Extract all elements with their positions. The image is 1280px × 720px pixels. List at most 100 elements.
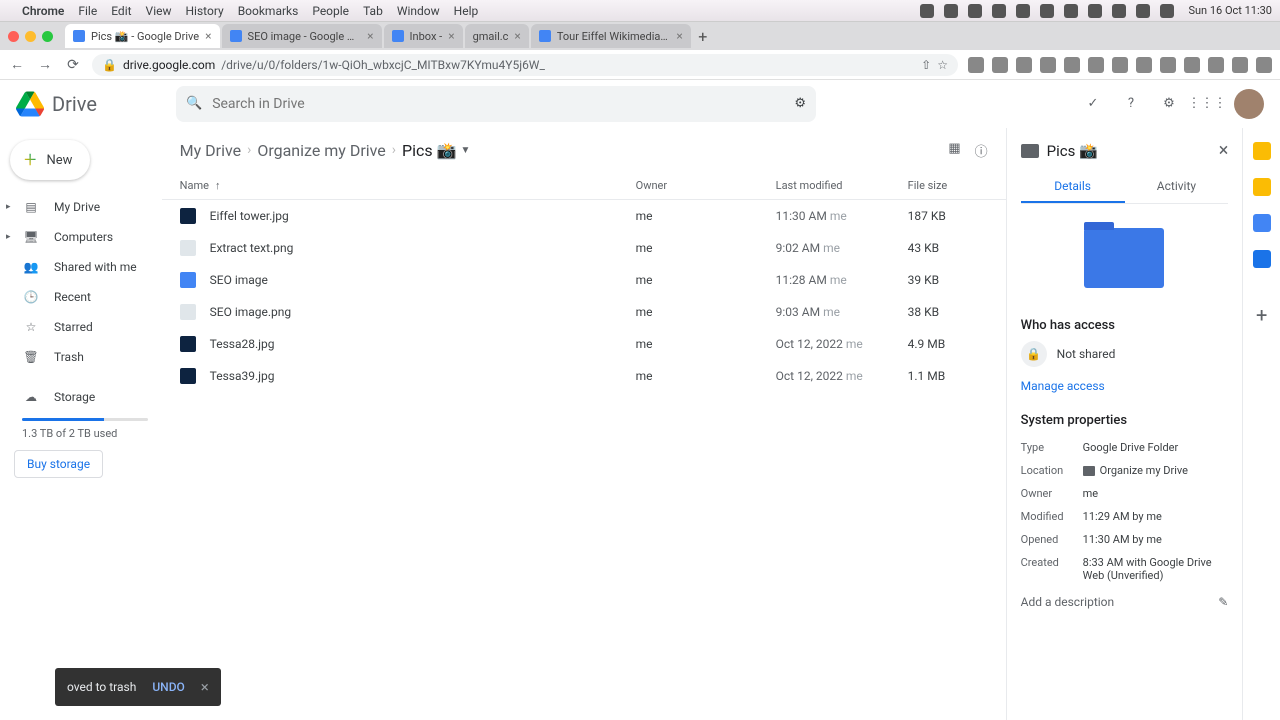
- sidebar-item-shared[interactable]: 👥Shared with me: [0, 252, 162, 282]
- file-row[interactable]: Extract text.pngme9:02 AMme43 KB: [162, 232, 1006, 264]
- close-tab-icon[interactable]: ×: [676, 29, 682, 43]
- tray-icon[interactable]: [1016, 4, 1030, 18]
- search-input[interactable]: [212, 96, 784, 112]
- keep-icon[interactable]: [1253, 178, 1271, 196]
- extension-icon[interactable]: [1064, 57, 1080, 73]
- tray-icon[interactable]: [1112, 4, 1126, 18]
- extension-icon[interactable]: [1136, 57, 1152, 73]
- back-button[interactable]: ←: [8, 56, 26, 74]
- tray-icon[interactable]: [968, 4, 982, 18]
- file-row[interactable]: SEO imageme11:28 AMme39 KB: [162, 264, 1006, 296]
- menu-tab[interactable]: Tab: [363, 4, 383, 18]
- menu-bookmarks[interactable]: Bookmarks: [238, 4, 299, 18]
- calendar-icon[interactable]: [1253, 142, 1271, 160]
- column-modified[interactable]: Last modified: [776, 179, 908, 192]
- search-bar[interactable]: 🔍 ⚙: [176, 86, 816, 122]
- close-tab-icon[interactable]: ×: [367, 29, 373, 43]
- extension-icon[interactable]: [1112, 57, 1128, 73]
- ready-offline-icon[interactable]: ✓: [1082, 93, 1104, 115]
- extension-icon[interactable]: [1256, 57, 1272, 73]
- chevron-right-icon[interactable]: ▸: [6, 202, 11, 212]
- extension-icon[interactable]: [992, 57, 1008, 73]
- tray-icon[interactable]: [920, 4, 934, 18]
- menu-app[interactable]: Chrome: [22, 4, 64, 18]
- close-details-button[interactable]: ×: [1219, 140, 1229, 161]
- menu-people[interactable]: People: [312, 4, 349, 18]
- apps-icon[interactable]: ⋮⋮⋮: [1196, 93, 1218, 115]
- menu-file[interactable]: File: [78, 4, 97, 18]
- sidebar-item-trash[interactable]: 🗑Trash: [0, 342, 162, 372]
- menu-help[interactable]: Help: [454, 4, 479, 18]
- tab-activity[interactable]: Activity: [1125, 171, 1229, 203]
- menu-history[interactable]: History: [186, 4, 224, 18]
- sidebar-item-computers[interactable]: ▸🖥Computers: [0, 222, 162, 252]
- url-input[interactable]: 🔒 drive.google.com/drive/u/0/folders/1w-…: [92, 54, 958, 76]
- tasks-icon[interactable]: [1253, 214, 1271, 232]
- browser-tab[interactable]: Tour Eiffel Wikimedia Comm×: [531, 24, 691, 48]
- chevron-right-icon[interactable]: ▸: [6, 232, 11, 242]
- extension-icon[interactable]: [1088, 57, 1104, 73]
- drive-logo[interactable]: Drive: [16, 90, 166, 118]
- account-avatar[interactable]: [1234, 89, 1264, 119]
- tray-icon[interactable]: [1064, 4, 1078, 18]
- breadcrumb-item[interactable]: Organize my Drive: [257, 141, 385, 160]
- info-icon[interactable]: ⓘ: [975, 141, 988, 160]
- contacts-icon[interactable]: [1253, 250, 1271, 268]
- menubar-clock[interactable]: Sun 16 Oct 11:30: [1188, 4, 1272, 17]
- maximize-window-button[interactable]: [42, 31, 53, 42]
- tray-icon[interactable]: [1088, 4, 1102, 18]
- browser-tab[interactable]: Inbox -×: [384, 24, 463, 48]
- tray-icon[interactable]: [1136, 4, 1150, 18]
- extension-icon[interactable]: [1016, 57, 1032, 73]
- file-row[interactable]: Tessa28.jpgmeOct 12, 2022me4.9 MB: [162, 328, 1006, 360]
- close-tab-icon[interactable]: ×: [205, 29, 211, 43]
- reload-button[interactable]: ⟳: [64, 56, 82, 74]
- close-tab-icon[interactable]: ×: [448, 29, 454, 43]
- new-button[interactable]: + New: [10, 140, 90, 180]
- undo-button[interactable]: UNDO: [152, 680, 184, 694]
- extension-icon[interactable]: [968, 57, 984, 73]
- buy-storage-button[interactable]: Buy storage: [14, 450, 103, 478]
- extension-icon[interactable]: [1040, 57, 1056, 73]
- tab-details[interactable]: Details: [1021, 171, 1125, 203]
- settings-icon[interactable]: ⚙: [1158, 93, 1180, 115]
- close-window-button[interactable]: [8, 31, 19, 42]
- extension-icon[interactable]: [1208, 57, 1224, 73]
- grid-view-icon[interactable]: ▦: [948, 141, 960, 160]
- close-toast-button[interactable]: ×: [201, 678, 209, 696]
- browser-tab[interactable]: gmail.c×: [465, 24, 529, 48]
- breadcrumb-current[interactable]: Pics 📸 ▼: [402, 141, 470, 160]
- file-row[interactable]: SEO image.pngme9:03 AMme38 KB: [162, 296, 1006, 328]
- tray-icon[interactable]: [992, 4, 1006, 18]
- prop-value[interactable]: Organize my Drive: [1083, 464, 1229, 477]
- edit-icon[interactable]: ✎: [1218, 595, 1228, 609]
- minimize-window-button[interactable]: [25, 31, 36, 42]
- browser-tab[interactable]: Pics 📸 - Google Drive×: [65, 24, 220, 48]
- sidebar-item-recent[interactable]: 🕒Recent: [0, 282, 162, 312]
- manage-access-link[interactable]: Manage access: [1021, 379, 1229, 393]
- file-row[interactable]: Eiffel tower.jpgme11:30 AMme187 KB: [162, 200, 1006, 232]
- column-name[interactable]: Name ↑: [180, 179, 636, 192]
- browser-tab[interactable]: SEO image - Google Docs×: [222, 24, 382, 48]
- sidebar-item-my-drive[interactable]: ▸▤My Drive: [0, 192, 162, 222]
- column-size[interactable]: File size: [908, 179, 988, 192]
- new-tab-button[interactable]: +: [693, 26, 713, 46]
- file-row[interactable]: Tessa39.jpgmeOct 12, 2022me1.1 MB: [162, 360, 1006, 392]
- menu-view[interactable]: View: [146, 4, 172, 18]
- forward-button[interactable]: →: [36, 56, 54, 74]
- tray-icon[interactable]: [1040, 4, 1054, 18]
- sidebar-item-starred[interactable]: ☆Starred: [0, 312, 162, 342]
- menu-edit[interactable]: Edit: [111, 4, 131, 18]
- extension-icon[interactable]: [1160, 57, 1176, 73]
- column-owner[interactable]: Owner: [636, 179, 776, 192]
- tray-icon[interactable]: [1160, 4, 1174, 18]
- tray-icon[interactable]: [944, 4, 958, 18]
- share-icon[interactable]: ⇧: [921, 58, 931, 72]
- close-tab-icon[interactable]: ×: [514, 29, 520, 43]
- sidebar-item-storage[interactable]: ☁Storage: [0, 382, 162, 412]
- support-icon[interactable]: ?: [1120, 93, 1142, 115]
- extension-icon[interactable]: [1184, 57, 1200, 73]
- menu-window[interactable]: Window: [397, 4, 440, 18]
- add-description-input[interactable]: Add a description: [1021, 595, 1115, 609]
- breadcrumb-item[interactable]: My Drive: [180, 141, 241, 160]
